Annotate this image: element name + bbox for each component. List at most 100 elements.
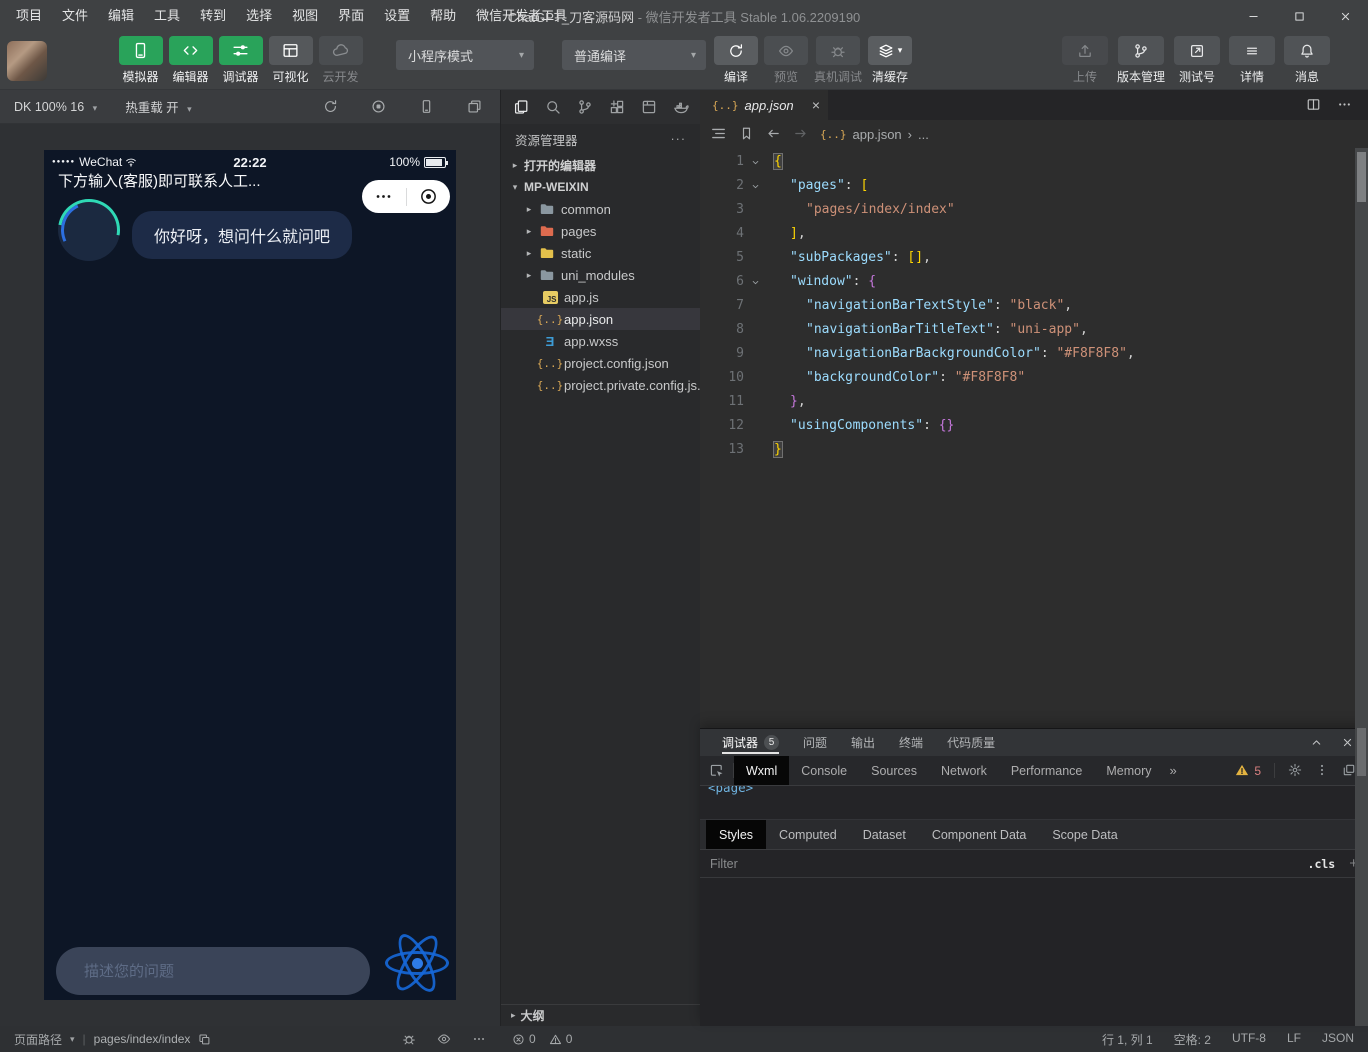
menubar-item[interactable]: 编辑 xyxy=(98,0,144,32)
search-icon[interactable] xyxy=(545,99,561,115)
visualizer-button[interactable]: 可视化 xyxy=(267,36,314,85)
fold-chevron-icon[interactable] xyxy=(744,174,766,198)
explorer-item[interactable]: ▸pages xyxy=(501,220,700,242)
mini-program-screen[interactable]: ●●●●● WeChat 22:22 100% 下方输入(客服)即可联系人工..… xyxy=(44,150,456,1000)
capsule-menu[interactable] xyxy=(362,180,450,213)
wxml-tree-pane[interactable]: <page> xyxy=(700,786,1368,820)
status-item[interactable]: JSON xyxy=(1322,1031,1354,1048)
test-account-button[interactable]: 测试号 xyxy=(1174,36,1220,85)
device-debug-button[interactable]: 真机调试 xyxy=(814,36,862,85)
menubar-item[interactable]: 项目 xyxy=(6,0,52,32)
devtools-tab-console[interactable]: Console xyxy=(789,756,859,785)
code-line[interactable]: 12"usingComponents": {} xyxy=(700,414,1355,438)
devtools-tab-memory[interactable]: Memory xyxy=(1094,756,1163,785)
messages-button[interactable]: 消息 xyxy=(1284,36,1330,85)
explorer-item[interactable]: {..}project.config.json xyxy=(501,352,700,374)
cls-button[interactable]: .cls xyxy=(1308,857,1336,871)
close-icon[interactable] xyxy=(1341,734,1354,752)
code-line[interactable]: 3"pages/index/index" xyxy=(700,198,1355,222)
code-line[interactable]: 8"navigationBarTitleText": "uni-app", xyxy=(700,318,1355,342)
menubar-item[interactable]: 界面 xyxy=(328,0,374,32)
editor-button[interactable]: 编辑器 xyxy=(167,36,214,85)
inspector-tab-styles[interactable]: Styles xyxy=(706,820,766,849)
more-dots-icon[interactable] xyxy=(374,187,393,206)
more-actions-icon[interactable]: ··· xyxy=(671,132,687,146)
inspector-tab-scope-data[interactable]: Scope Data xyxy=(1039,820,1130,849)
target-icon[interactable] xyxy=(419,187,438,206)
close-icon[interactable]: × xyxy=(812,98,820,112)
record-icon[interactable] xyxy=(371,98,386,116)
menubar-item[interactable]: 帮助 xyxy=(420,0,466,32)
restart-icon[interactable] xyxy=(323,98,338,116)
menubar-item[interactable]: 工具 xyxy=(144,0,190,32)
user-avatar[interactable] xyxy=(7,41,47,81)
debugger-tab[interactable]: 终端 xyxy=(899,729,923,756)
code-editor[interactable]: 1{2"pages": [3"pages/index/index"4],5"su… xyxy=(700,148,1355,728)
code-line[interactable]: 1{ xyxy=(700,150,1355,174)
menubar-item[interactable]: 文件 xyxy=(52,0,98,32)
menubar-item[interactable]: 转到 xyxy=(190,0,236,32)
wxml-node[interactable]: <page> xyxy=(708,786,753,795)
page-path-label[interactable]: 页面路径 xyxy=(14,1031,62,1048)
explorer-item[interactable]: ▾MP-WEIXIN xyxy=(501,176,700,198)
explorer-item[interactable]: ▸static xyxy=(501,242,700,264)
inspector-tab-component-data[interactable]: Component Data xyxy=(919,820,1040,849)
explorer-item[interactable]: ▸uni_modules xyxy=(501,264,700,286)
files-icon[interactable] xyxy=(513,99,529,115)
menubar-item[interactable]: 设置 xyxy=(374,0,420,32)
close-window-button[interactable] xyxy=(1322,0,1368,32)
copy-icon[interactable] xyxy=(198,1032,211,1046)
chevron-up-icon[interactable] xyxy=(1310,734,1323,752)
problems-indicator[interactable]: 0 0 xyxy=(512,1032,572,1046)
explorer-item[interactable]: {..}project.private.config.js... xyxy=(501,374,700,396)
breadcrumb[interactable]: {..} app.json › ... xyxy=(820,127,929,142)
details-button[interactable]: 详情 xyxy=(1229,36,1275,85)
debugger-tab[interactable]: 调试器5 xyxy=(722,729,779,756)
fold-chevron-icon[interactable] xyxy=(744,270,766,294)
explorer-item[interactable]: JSapp.js xyxy=(501,286,700,308)
bookmark-icon[interactable] xyxy=(739,125,754,143)
compile-mode-select[interactable]: 普通编译 ▾ xyxy=(562,40,706,70)
inspector-tab-dataset[interactable]: Dataset xyxy=(850,820,919,849)
debugger-tab[interactable]: 代码质量 xyxy=(947,729,995,756)
more-dots-icon[interactable] xyxy=(1337,96,1352,114)
upload-button[interactable]: 上传 xyxy=(1062,36,1108,85)
code-line[interactable]: 9"navigationBarBackgroundColor": "#F8F8F… xyxy=(700,342,1355,366)
version-control-button[interactable]: 版本管理 xyxy=(1117,36,1165,85)
devtools-tab-wxml[interactable]: Wxml xyxy=(734,756,789,785)
source-control-icon[interactable] xyxy=(577,99,593,115)
hot-reload-toggle[interactable]: 热重载 开 ▾ xyxy=(125,97,192,116)
code-line[interactable]: 13} xyxy=(700,438,1355,462)
status-item[interactable]: UTF-8 xyxy=(1232,1031,1266,1048)
code-line[interactable]: 5"subPackages": [], xyxy=(700,246,1355,270)
code-line[interactable]: 4], xyxy=(700,222,1355,246)
preview-button[interactable]: 预览 xyxy=(764,36,808,85)
warning-filled-icon[interactable] xyxy=(1235,762,1249,780)
package-icon[interactable] xyxy=(641,99,657,115)
explorer-item[interactable]: Ǝapp.wxss xyxy=(501,330,700,352)
device-icon[interactable] xyxy=(419,98,434,116)
minimize-window-button[interactable] xyxy=(1230,0,1276,32)
inspect-element-icon[interactable] xyxy=(700,756,733,785)
menubar-item[interactable]: 选择 xyxy=(236,0,282,32)
status-item[interactable]: LF xyxy=(1287,1031,1301,1048)
devtools-tab-network[interactable]: Network xyxy=(929,756,999,785)
split-icon[interactable] xyxy=(1306,96,1321,114)
code-line[interactable]: 7"navigationBarTextStyle": "black", xyxy=(700,294,1355,318)
kebab-icon[interactable] xyxy=(1315,762,1329,780)
inspector-tab-computed[interactable]: Computed xyxy=(766,820,850,849)
cloud-dev-button[interactable]: 云开发 xyxy=(317,36,364,85)
eye-icon[interactable] xyxy=(437,1032,451,1047)
bug-icon[interactable] xyxy=(402,1032,416,1047)
explorer-item[interactable]: ▸打开的编辑器 xyxy=(501,154,700,176)
code-line[interactable]: 2"pages": [ xyxy=(700,174,1355,198)
docker-icon[interactable] xyxy=(673,99,689,115)
arrow-right-icon[interactable] xyxy=(793,125,808,143)
editor-scrollbar[interactable] xyxy=(1355,148,1368,1026)
tab-app-json[interactable]: {..} app.json × xyxy=(700,90,828,120)
breadcrumb-more[interactable]: ... xyxy=(918,127,929,142)
filter-input[interactable] xyxy=(710,857,1308,871)
scrollbar-thumb[interactable] xyxy=(1357,152,1366,202)
undock-icon[interactable] xyxy=(1342,762,1356,780)
debugger-tab[interactable]: 问题 xyxy=(803,729,827,756)
